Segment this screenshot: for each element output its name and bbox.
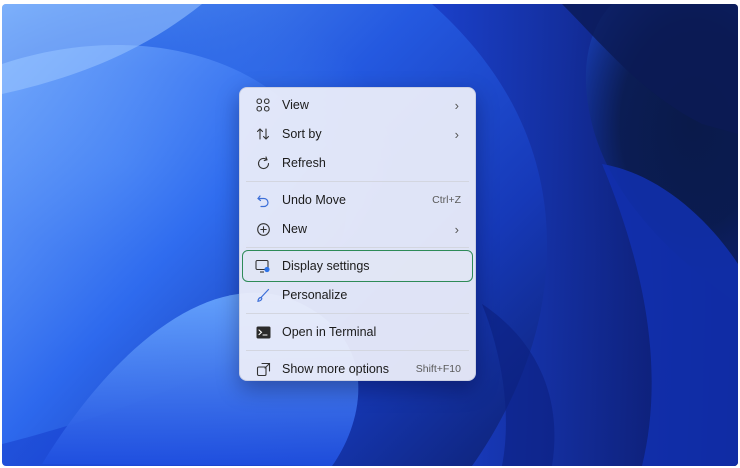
- menu-item-show-more-options[interactable]: Show more options Shift+F10: [244, 355, 471, 383]
- sort-arrows-icon: [254, 125, 272, 143]
- menu-item-view[interactable]: View ›: [244, 91, 471, 119]
- menu-item-new[interactable]: New ›: [244, 215, 471, 243]
- menu-item-sort-by[interactable]: Sort by ›: [244, 120, 471, 148]
- menu-item-label: Undo Move: [282, 193, 346, 207]
- shortcut-hint: Shift+F10: [415, 363, 461, 375]
- menu-item-label: Personalize: [282, 288, 348, 302]
- refresh-icon: [254, 154, 272, 172]
- desktop-context-menu: View › Sort by › Refresh Undo Move Ctrl+…: [239, 87, 476, 381]
- menu-item-label: Show more options: [282, 362, 390, 376]
- menu-item-label: Refresh: [282, 156, 326, 170]
- menu-item-personalize[interactable]: Personalize: [244, 281, 471, 309]
- shortcut-hint: Ctrl+Z: [432, 194, 461, 206]
- menu-separator: [246, 313, 469, 314]
- menu-item-label: Open in Terminal: [282, 325, 377, 339]
- brush-icon: [254, 286, 272, 304]
- menu-item-refresh[interactable]: Refresh: [244, 149, 471, 177]
- menu-item-display-settings[interactable]: Display settings: [242, 250, 473, 282]
- chevron-right-icon: ›: [454, 221, 459, 237]
- menu-separator: [246, 181, 469, 182]
- terminal-icon: [254, 323, 272, 341]
- menu-item-label: Display settings: [282, 259, 370, 273]
- menu-item-label: Sort by: [282, 127, 322, 141]
- more-options-icon: [254, 360, 272, 378]
- undo-icon: [254, 191, 272, 209]
- grid-view-icon: [254, 96, 272, 114]
- chevron-right-icon: ›: [454, 126, 459, 142]
- menu-item-label: View: [282, 98, 309, 112]
- plus-circle-icon: [254, 220, 272, 238]
- display-settings-icon: [254, 257, 272, 275]
- menu-separator: [246, 247, 469, 248]
- menu-item-label: New: [282, 222, 308, 236]
- menu-item-undo-move[interactable]: Undo Move Ctrl+Z: [244, 186, 471, 214]
- chevron-right-icon: ›: [454, 97, 459, 113]
- menu-item-open-in-terminal[interactable]: Open in Terminal: [244, 318, 471, 346]
- menu-separator: [246, 350, 469, 351]
